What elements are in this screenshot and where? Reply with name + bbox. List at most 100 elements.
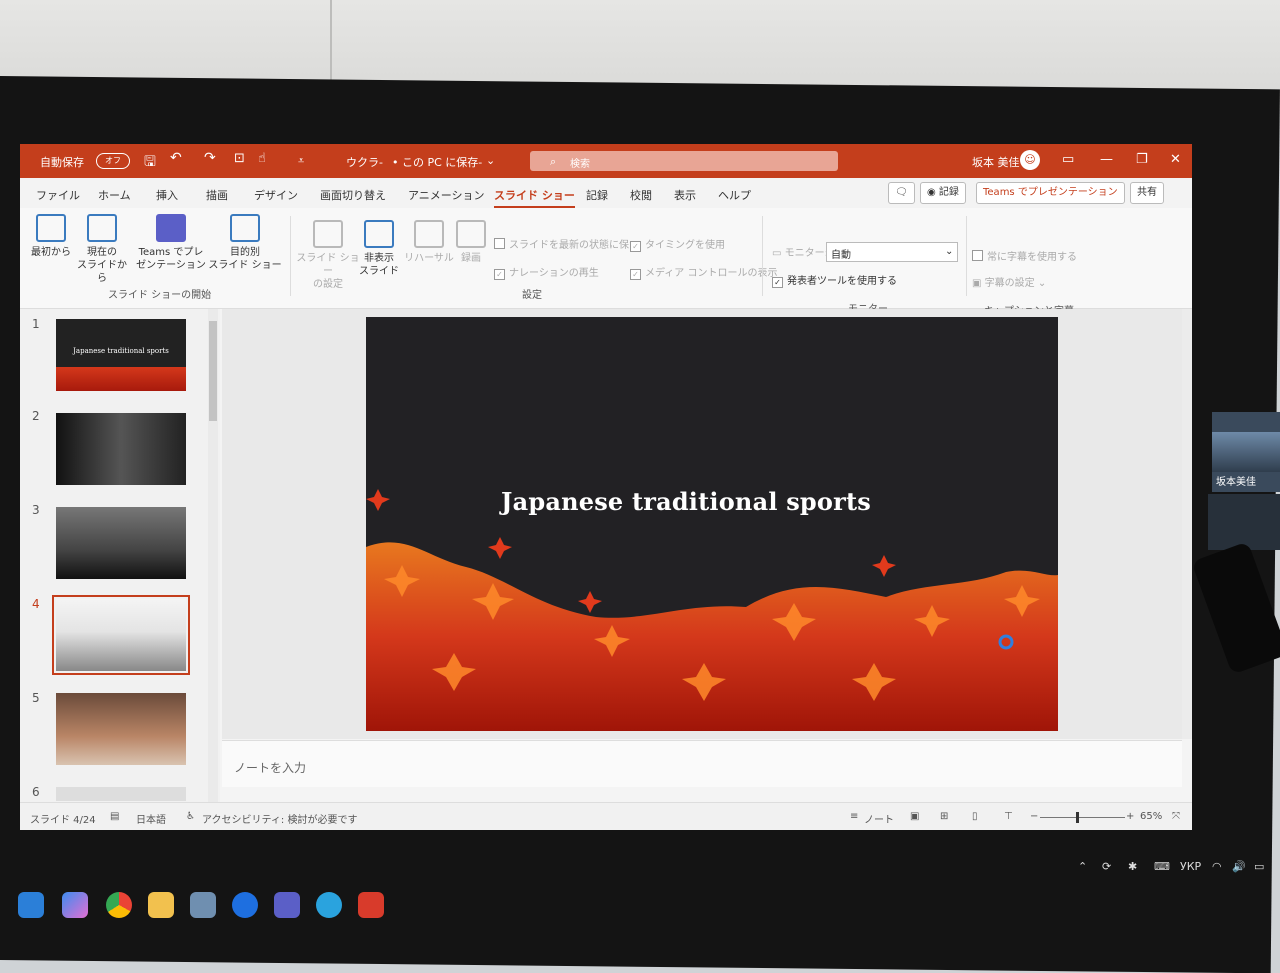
tab-insert[interactable]: 挿入 (156, 187, 178, 203)
thumbnail-slide-1[interactable]: Japanese traditional sports (56, 319, 186, 391)
save-icon[interactable]: 🖫 (144, 151, 156, 175)
wifi-icon[interactable]: ◠ (1212, 860, 1222, 873)
chrome-icon[interactable] (106, 892, 132, 918)
telegram-icon[interactable] (316, 892, 342, 918)
slide-title[interactable]: Japanese traditional sports (366, 487, 1006, 516)
input-language[interactable]: УКР (1180, 860, 1201, 873)
tab-slideshow[interactable]: スライド ショー (494, 187, 575, 208)
ribbon-display-icon[interactable]: ▭ (1062, 152, 1074, 167)
fit-to-window-icon[interactable]: ⤧ (1172, 811, 1180, 822)
volume-icon[interactable]: 🔊 (1232, 860, 1246, 873)
record-screen-button[interactable]: 録画 (454, 220, 488, 265)
leaves-decoration (56, 367, 186, 391)
thumbnail-slide-3[interactable] (56, 507, 186, 579)
thumbnail-slide-4[interactable] (52, 595, 190, 675)
sync-icon[interactable]: ⟳ (1102, 860, 1111, 873)
keyboard-icon[interactable]: ⌨ (1154, 860, 1170, 873)
chevron-down-icon[interactable]: ⌄ (486, 154, 495, 167)
tab-transitions[interactable]: 画面切り替え (320, 187, 386, 203)
start-icon[interactable] (18, 892, 44, 918)
thumbnail-title: Japanese traditional sports (73, 347, 169, 355)
reading-view-icon[interactable]: ▯ (972, 811, 978, 822)
copilot-icon[interactable] (62, 892, 88, 918)
participant-video-2[interactable] (1208, 494, 1280, 550)
zoom-icon[interactable] (232, 892, 258, 918)
rehearse-button[interactable]: リハーサル (404, 220, 454, 265)
record-screen-label: 録画 (461, 253, 481, 264)
participant-video[interactable]: 坂本美佳 (1212, 412, 1280, 492)
zoom-in-icon[interactable]: + (1126, 811, 1134, 822)
hide-slide-button[interactable]: 非表示 スライド (358, 220, 400, 278)
use-timings-checkbox[interactable]: ✓ タイミングを使用 (630, 236, 725, 252)
monitor-select[interactable]: 自動 ⌄ (826, 242, 958, 262)
thumbnail-slide-6[interactable] (56, 787, 186, 801)
zoom-level[interactable]: 65% (1140, 811, 1162, 822)
tab-design[interactable]: デザイン (254, 187, 298, 203)
from-beginning-button[interactable]: 最初から (30, 214, 72, 259)
keep-updated-checkbox[interactable]: スライドを最新の状態に保つ (494, 236, 639, 251)
slide-sorter-icon[interactable]: ⊞ (940, 811, 948, 822)
group-label-settings: 設定 (522, 290, 542, 301)
zoom-out-icon[interactable]: − (1030, 811, 1038, 822)
snipping-tool-icon[interactable] (190, 892, 216, 918)
file-name[interactable]: ウクラ- (346, 154, 383, 170)
comments-icon[interactable]: 🗨 (888, 182, 915, 204)
thumbnail-slide-2[interactable] (56, 413, 186, 485)
save-location[interactable]: • この PC に保存- (392, 154, 482, 170)
record-button[interactable]: ◉ 記録 (920, 182, 966, 204)
undo-icon[interactable]: ↶ (170, 150, 182, 166)
slide-scrollbar[interactable] (1182, 309, 1192, 739)
language-indicator[interactable]: 日本語 (136, 811, 166, 826)
slideshow-view-icon[interactable]: ⊤ (1004, 811, 1013, 822)
from-current-button[interactable]: 現在の スライドから (74, 214, 130, 285)
spellcheck-icon[interactable]: ▤ (110, 811, 119, 822)
teams-taskbar-icon[interactable] (274, 892, 300, 918)
tab-view[interactable]: 表示 (674, 187, 696, 203)
notes-pane[interactable]: ノートを入力 (222, 740, 1182, 787)
custom-show-button[interactable]: 目的別 スライド ショー (208, 214, 282, 272)
teams-present-button[interactable]: Teams でプレゼンテーション (976, 182, 1125, 204)
zoom-slider-thumb[interactable] (1076, 812, 1079, 823)
close-icon[interactable]: ✕ (1170, 152, 1181, 167)
tab-animations[interactable]: アニメーション (408, 187, 485, 203)
thumbnail-scrollbar[interactable] (208, 309, 218, 802)
redo-icon[interactable]: ↷ (204, 150, 216, 166)
touch-mode-icon[interactable]: ☝ (258, 151, 266, 166)
tab-file[interactable]: ファイル (36, 187, 80, 203)
normal-view-icon[interactable]: ▣ (910, 811, 919, 822)
setup-show-button[interactable]: スライド ショー の設定 (296, 220, 360, 291)
play-narration-checkbox[interactable]: ✓ ナレーションの再生 (494, 264, 599, 280)
avatar-icon[interactable]: ☺ (1020, 150, 1040, 170)
minimize-icon[interactable]: — (1100, 152, 1113, 167)
media-controls-checkbox[interactable]: ✓ メディア コントロールの表示 (630, 264, 777, 280)
tray-chevron-icon[interactable]: ⌃ (1078, 860, 1087, 873)
notes-toggle[interactable]: ノート (864, 811, 894, 826)
tab-draw[interactable]: 描画 (206, 187, 228, 203)
search-box[interactable]: ⌕ 検索 (530, 151, 838, 171)
user-name[interactable]: 坂本 美佳 (972, 154, 1020, 170)
thumbnail-slide-5[interactable] (56, 693, 186, 765)
tab-record[interactable]: 記録 (586, 187, 608, 203)
restore-icon[interactable]: ❐ (1136, 152, 1148, 167)
tab-help[interactable]: ヘルプ (718, 187, 751, 203)
accessibility-status[interactable]: アクセシビリティ: 検討が必要です (202, 811, 357, 826)
file-explorer-icon[interactable] (148, 892, 174, 918)
customize-qat-icon[interactable]: ⩡ (298, 154, 304, 168)
tab-review[interactable]: 校閲 (630, 187, 652, 203)
tab-home[interactable]: ホーム (98, 187, 131, 203)
subtitle-settings-button[interactable]: ▣ 字幕の設定 ⌄ (972, 274, 1046, 289)
zoom-slider[interactable] (1040, 812, 1125, 823)
autosave-toggle[interactable]: オフ (96, 153, 130, 169)
hide-slide-label: 非表示 スライド (359, 253, 399, 277)
bluetooth-icon[interactable]: ✱ (1128, 860, 1137, 873)
always-subtitles-checkbox[interactable]: 常に字幕を使用する (972, 248, 1077, 263)
scrollbar-thumb[interactable] (209, 321, 217, 421)
ribbon-tabs: ファイル ホーム 挿入 描画 デザイン 画面切り替え アニメーション スライド … (20, 178, 1192, 208)
presenter-view-checkbox[interactable]: ✓ 発表者ツールを使用する (772, 272, 897, 288)
wps-icon[interactable] (358, 892, 384, 918)
present-icon[interactable]: ⊡ (234, 151, 245, 166)
battery-icon[interactable]: ▭ (1254, 860, 1264, 873)
share-button[interactable]: 共有 (1130, 182, 1164, 204)
current-slide[interactable]: Japanese traditional sports (366, 317, 1058, 731)
teams-present-ribbon-button[interactable]: Teams でプレ ゼンテーション (134, 214, 208, 272)
